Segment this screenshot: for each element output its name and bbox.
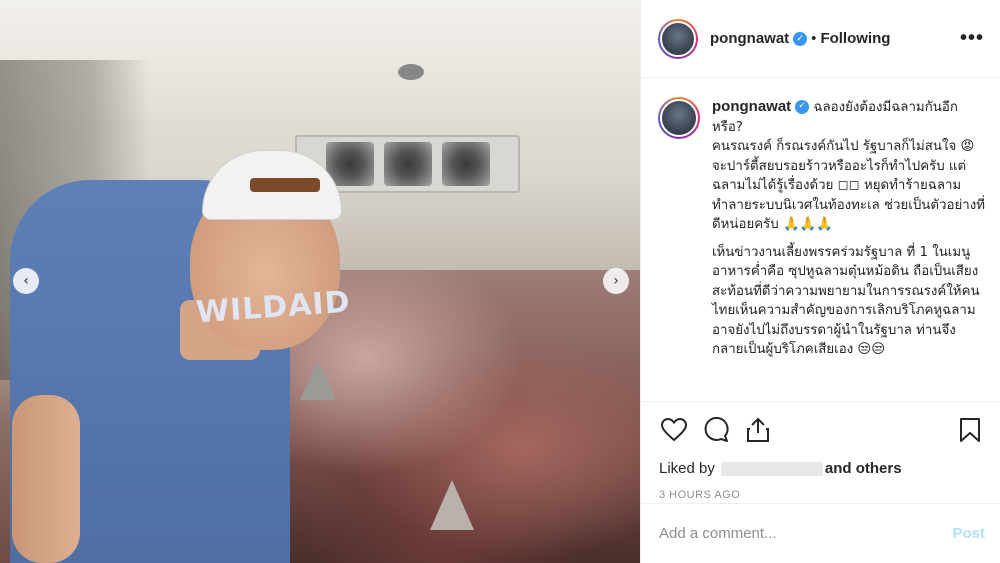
post-actions: Liked by and others 3 HOURS AGO <box>641 401 1000 501</box>
bookmark-icon[interactable] <box>955 415 985 445</box>
carousel-next-button[interactable]: › <box>603 268 629 294</box>
comment-icon[interactable] <box>701 415 731 445</box>
ceiling-light <box>398 64 424 80</box>
comment-box: Post <box>641 503 1000 563</box>
action-icons <box>659 414 985 446</box>
verified-badge-icon: ✓ <box>793 31 808 46</box>
likes-line: Liked by and others <box>659 460 985 477</box>
timestamp[interactable]: 3 HOURS AGO <box>659 489 985 501</box>
blurred-username <box>720 461 823 476</box>
post-photo[interactable]: WILDAID ‹ › <box>0 0 640 563</box>
shark-fin <box>300 360 336 400</box>
following-button[interactable]: Following <box>820 30 890 47</box>
heart-icon[interactable] <box>659 415 689 445</box>
carousel-prev-button[interactable]: ‹ <box>13 268 39 294</box>
caption-avatar[interactable] <box>658 97 700 139</box>
fan <box>383 142 432 186</box>
post-header: pongnawat ✓ • Following ••• <box>641 0 1000 78</box>
header-username[interactable]: pongnawat <box>710 30 789 47</box>
and-others-link[interactable]: and others <box>825 460 902 477</box>
liked-by-prefix: Liked by <box>659 460 715 477</box>
caption-paragraph-2: เห็นข่าวงานเลี้ยงพรรคร่วมรัฐบาล ที่ 1 ใน… <box>712 244 980 358</box>
avatar[interactable] <box>658 18 698 59</box>
avatar-image <box>660 20 696 57</box>
caption-area: pongnawat ✓ ฉลองยังต้องมีฉลามกันอีกหรือ? … <box>641 79 1000 401</box>
caption-paragraph-1: pongnawat ✓ ฉลองยังต้องมีฉลามกันอีกหรือ? … <box>712 97 985 235</box>
comment-input[interactable] <box>659 525 953 542</box>
post-comment-button[interactable]: Post <box>952 525 985 542</box>
more-options-icon[interactable]: ••• <box>960 27 984 50</box>
caption-username[interactable]: pongnawat <box>712 98 791 115</box>
avatar-image <box>660 99 698 137</box>
share-icon[interactable] <box>743 415 773 445</box>
arm <box>12 395 80 563</box>
separator-dot: • <box>811 30 817 47</box>
cap-strap <box>250 178 320 192</box>
caption-text: pongnawat ✓ ฉลองยังต้องมีฉลามกันอีกหรือ? … <box>712 97 985 401</box>
caption-body-1: ฉลองยังต้องมีฉลามกันอีกหรือ? คนรณรงค์ ก็… <box>712 100 985 232</box>
verified-badge-icon: ✓ <box>795 100 810 114</box>
fan <box>441 142 490 186</box>
post-side-panel: pongnawat ✓ • Following ••• pongnawat ✓ ฉ… <box>640 0 1000 563</box>
shark-fin <box>430 480 474 530</box>
